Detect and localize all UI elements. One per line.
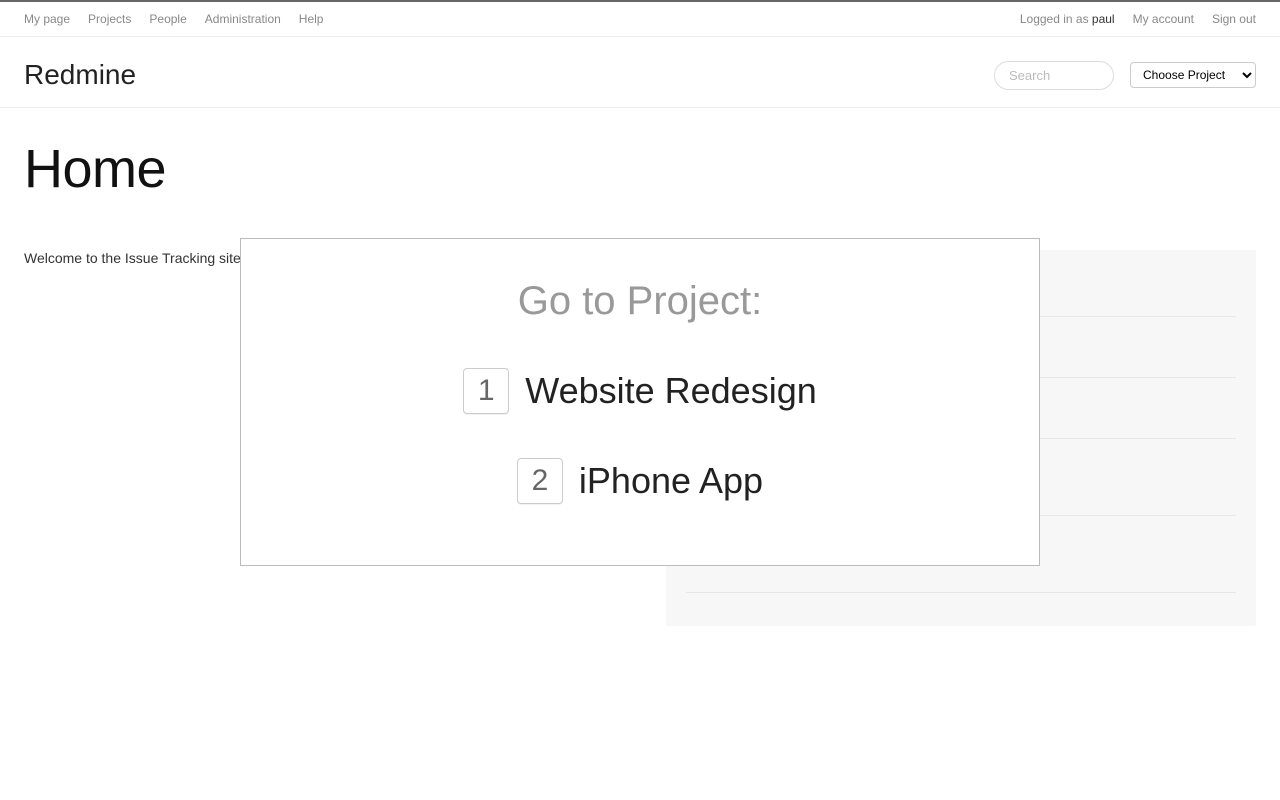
project-switcher-item-label: Website Redesign bbox=[525, 370, 817, 412]
page-title: Home bbox=[24, 138, 1256, 200]
top-nav-left: My page Projects People Administration H… bbox=[24, 12, 323, 26]
side-panel-divider bbox=[686, 592, 1236, 593]
keycap-icon: 2 bbox=[517, 458, 563, 504]
logged-in-username[interactable]: paul bbox=[1092, 12, 1115, 26]
app-title: Redmine bbox=[24, 59, 136, 91]
keycap-icon: 1 bbox=[463, 368, 509, 414]
header-right: Choose Project bbox=[994, 61, 1256, 90]
header: Redmine Choose Project bbox=[0, 37, 1280, 108]
nav-people[interactable]: People bbox=[149, 12, 186, 26]
project-switcher-title: Go to Project: bbox=[518, 279, 763, 324]
nav-help[interactable]: Help bbox=[299, 12, 324, 26]
project-switcher-item[interactable]: 1 Website Redesign bbox=[463, 368, 817, 414]
project-switcher-item-label: iPhone App bbox=[579, 460, 763, 502]
search-input[interactable] bbox=[994, 61, 1114, 90]
nav-projects[interactable]: Projects bbox=[88, 12, 131, 26]
top-nav: My page Projects People Administration H… bbox=[0, 2, 1280, 37]
nav-my-page[interactable]: My page bbox=[24, 12, 70, 26]
project-switcher-overlay: Go to Project: 1 Website Redesign 2 iPho… bbox=[240, 238, 1040, 566]
project-switcher-item[interactable]: 2 iPhone App bbox=[517, 458, 763, 504]
project-select[interactable]: Choose Project bbox=[1130, 62, 1256, 88]
nav-administration[interactable]: Administration bbox=[205, 12, 281, 26]
top-nav-right: Logged in as paul My account Sign out bbox=[1020, 12, 1256, 26]
logged-in-status: Logged in as paul bbox=[1020, 12, 1115, 26]
nav-my-account[interactable]: My account bbox=[1133, 12, 1194, 26]
nav-sign-out[interactable]: Sign out bbox=[1212, 12, 1256, 26]
logged-in-prefix: Logged in as bbox=[1020, 12, 1092, 26]
